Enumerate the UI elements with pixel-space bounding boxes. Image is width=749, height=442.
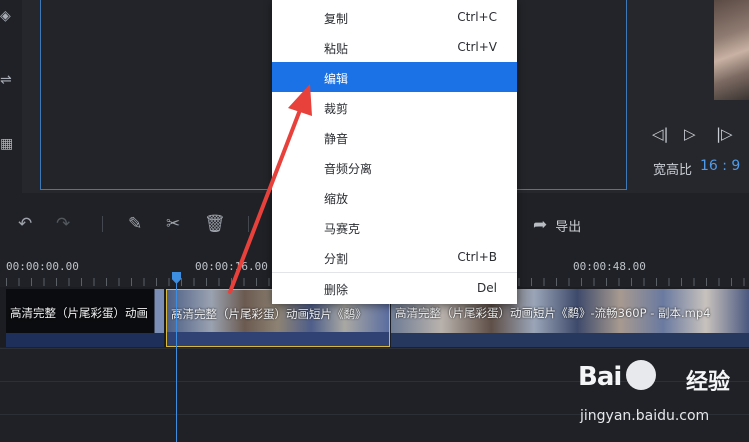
ruler-label: 00:00:48.00 bbox=[573, 260, 646, 273]
menu-item-label: 删除 bbox=[324, 283, 349, 297]
clip-caption: 高清完整（片尾彩蛋）动画短片《鹬》 bbox=[171, 307, 367, 321]
playhead[interactable] bbox=[176, 272, 177, 442]
watermark-brand: Bai bbox=[578, 362, 622, 392]
baidu-watermark: Bai 经验 jingyan.baidu.com bbox=[578, 352, 749, 442]
menu-item-label: 缩放 bbox=[324, 192, 349, 206]
media-thumbnail[interactable] bbox=[714, 0, 749, 100]
export-label: 导出 bbox=[555, 219, 582, 235]
watermark-url: jingyan.baidu.com bbox=[580, 408, 710, 424]
clip-audio-band bbox=[391, 333, 749, 347]
export-icon: ➦ bbox=[533, 215, 548, 235]
clip-caption: 高清完整（片尾彩蛋）动画 bbox=[10, 306, 148, 320]
clip-audio-band bbox=[6, 333, 164, 347]
paw-logo-icon bbox=[626, 360, 656, 390]
menu-item-shortcut: Ctrl+V bbox=[457, 40, 497, 54]
menu-item-paste[interactable]: 粘贴 Ctrl+V bbox=[272, 32, 517, 62]
menu-item-zoom[interactable]: 缩放 bbox=[272, 182, 517, 212]
menu-item-label: 复制 bbox=[324, 12, 349, 26]
pencil-icon[interactable]: ✎ bbox=[128, 214, 142, 234]
menu-item-label: 马赛克 bbox=[324, 222, 361, 236]
menu-item-shortcut: Ctrl+C bbox=[457, 10, 497, 24]
toolbar-divider bbox=[248, 216, 249, 232]
menu-item-label: 编辑 bbox=[324, 72, 349, 86]
menu-item-label: 粘贴 bbox=[324, 42, 349, 56]
watermark-suffix: 经验 bbox=[686, 370, 731, 395]
timeline-clip[interactable]: 高清完整（片尾彩蛋）动画 bbox=[6, 289, 164, 347]
aspect-ratio-label: 宽高比 bbox=[653, 163, 693, 178]
redo-icon[interactable]: ↷ bbox=[56, 214, 70, 234]
film-icon[interactable]: ▦ bbox=[0, 136, 14, 156]
menu-item-mosaic[interactable]: 马赛克 bbox=[272, 212, 517, 242]
step-back-icon[interactable]: ◁| bbox=[652, 125, 669, 143]
export-button[interactable]: ➦ 导出 bbox=[533, 214, 581, 236]
menu-item-crop[interactable]: 裁剪 bbox=[272, 92, 517, 122]
menu-item-delete[interactable]: 删除 Del bbox=[272, 273, 517, 303]
menu-item-mute[interactable]: 静音 bbox=[272, 122, 517, 152]
ruler-label: 00:00:00.00 bbox=[6, 260, 79, 273]
menu-item-shortcut: Ctrl+B bbox=[457, 250, 497, 264]
aspect-ratio-value[interactable]: 16 : 9 bbox=[700, 158, 740, 174]
scissors-icon[interactable]: ✂ bbox=[166, 214, 180, 234]
menu-item-copy[interactable]: 复制 Ctrl+C bbox=[272, 2, 517, 32]
menu-item-label: 分割 bbox=[324, 252, 349, 266]
context-menu: 复制 Ctrl+C 粘贴 Ctrl+V 编辑 裁剪 静音 音频分离 缩放 马赛克… bbox=[272, 0, 517, 304]
left-tool-strip: ◈ ⇌ ▦ bbox=[0, 0, 22, 193]
play-icon[interactable]: ▷ bbox=[684, 125, 696, 143]
undo-icon[interactable]: ↶ bbox=[18, 214, 32, 234]
right-panel: ◁| ▷ |▷ 宽高比 16 : 9 bbox=[630, 0, 749, 193]
playback-controls: ◁| ▷ |▷ bbox=[652, 125, 742, 145]
menu-item-label: 裁剪 bbox=[324, 102, 349, 116]
trash-icon[interactable]: 🗑 bbox=[204, 214, 226, 234]
toolbar-divider bbox=[102, 216, 103, 232]
step-forward-icon[interactable]: |▷ bbox=[716, 125, 733, 143]
layers-icon[interactable]: ◈ bbox=[0, 8, 14, 28]
transition-icon[interactable]: ⇌ bbox=[0, 72, 14, 92]
menu-item-label: 音频分离 bbox=[324, 162, 373, 176]
menu-item-split[interactable]: 分割 Ctrl+B bbox=[272, 242, 517, 272]
menu-item-audio-separate[interactable]: 音频分离 bbox=[272, 152, 517, 182]
clip-audio-band bbox=[167, 332, 389, 346]
menu-item-label: 静音 bbox=[324, 132, 349, 146]
ruler-label: 00:00:16.00 bbox=[195, 260, 268, 273]
menu-item-edit[interactable]: 编辑 bbox=[272, 62, 517, 92]
clip-caption: 高清完整（片尾彩蛋）动画短片《鹬》-流畅360P - 副本.mp4 bbox=[395, 306, 711, 320]
menu-item-shortcut: Del bbox=[477, 281, 497, 295]
